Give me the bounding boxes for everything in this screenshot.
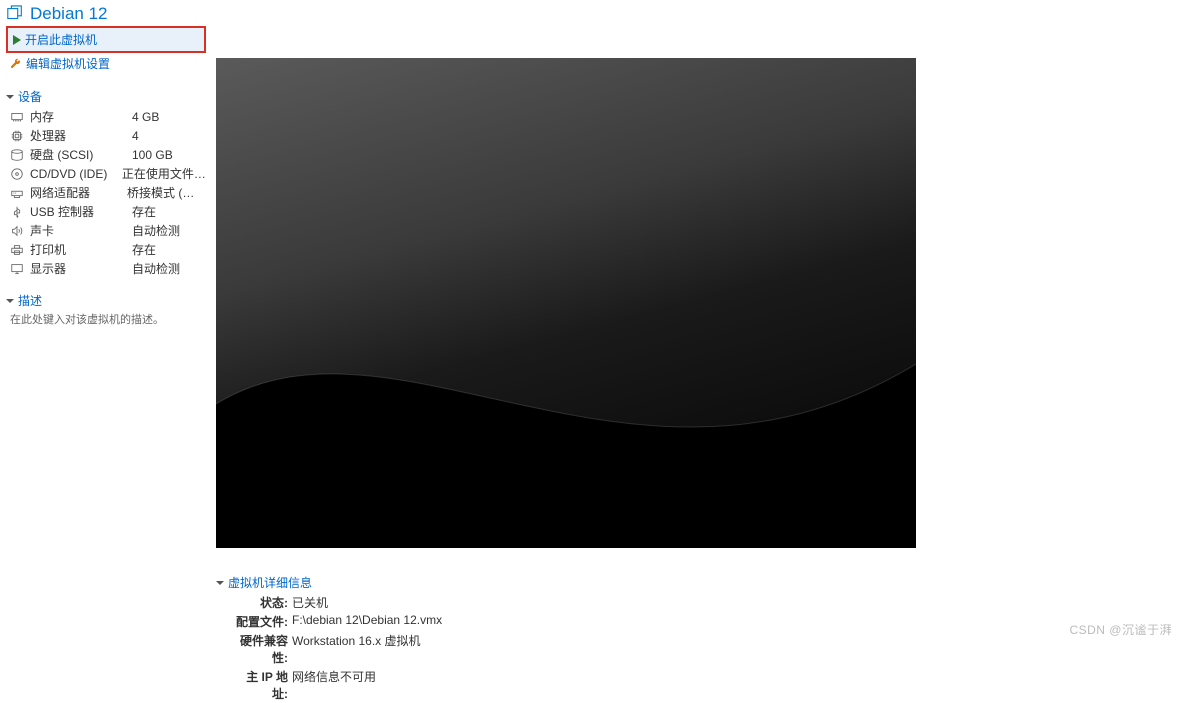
power-on-label: 开启此虚拟机 (25, 31, 97, 48)
vm-window-icon (6, 5, 24, 23)
wrench-icon (10, 58, 22, 70)
device-row[interactable]: 硬盘 (SCSI) 100 GB (6, 145, 206, 164)
device-row[interactable]: 声卡自动检测 (6, 221, 206, 240)
device-row[interactable]: 网络适配器桥接模式 (自动) (6, 183, 206, 202)
detail-value: 网络信息不可用 (292, 668, 376, 702)
device-row[interactable]: 内存 4 GB (6, 107, 206, 126)
detail-row: 配置文件:F:\debian 12\Debian 12.vmx (216, 612, 1178, 631)
device-label: 声卡 (30, 222, 126, 239)
sidebar: 开启此虚拟机 编辑虚拟机设置 设备 内存 4 GB 处理器 4 硬盘 (SCSI) 100… (6, 26, 206, 703)
device-value: 自动检测 (132, 260, 180, 277)
detail-label: 主 IP 地址: (234, 668, 288, 702)
details-section-title: 虚拟机详细信息 (228, 574, 312, 591)
display-icon (10, 262, 24, 276)
device-value: 自动检测 (132, 222, 180, 239)
device-label: 显示器 (30, 260, 126, 277)
details-section: 虚拟机详细信息 状态:已关机配置文件:F:\debian 12\Debian 1… (216, 572, 1178, 703)
watermark: CSDN @沉谧于湃 (1069, 621, 1172, 638)
device-row[interactable]: USB 控制器存在 (6, 202, 206, 221)
device-row[interactable]: CD/DVD (IDE) 正在使用文件 H... (6, 164, 206, 183)
device-label: 打印机 (30, 241, 126, 258)
device-value: 4 (132, 129, 139, 143)
detail-label: 硬件兼容性: (234, 632, 288, 666)
device-row[interactable]: 显示器自动检测 (6, 259, 206, 278)
edit-settings-button[interactable]: 编辑虚拟机设置 (6, 53, 206, 74)
description-section-header[interactable]: 描述 (6, 290, 206, 311)
detail-label: 配置文件: (234, 613, 288, 630)
device-label: 内存 (30, 108, 126, 125)
devices-section-header[interactable]: 设备 (6, 86, 206, 107)
header: Debian 12 (0, 0, 1184, 26)
device-label: CD/DVD (IDE) (30, 167, 116, 181)
play-icon (13, 35, 21, 45)
description-placeholder[interactable]: 在此处键入对该虚拟机的描述。 (6, 311, 206, 327)
cd-icon (10, 167, 24, 181)
detail-value: Workstation 16.x 虚拟机 (292, 632, 421, 666)
description-section: 描述 在此处键入对该虚拟机的描述。 (6, 290, 206, 327)
detail-row: 硬件兼容性:Workstation 16.x 虚拟机 (216, 631, 1178, 667)
disk-icon (10, 148, 24, 162)
detail-label: 状态: (234, 594, 288, 611)
usb-icon (10, 205, 24, 219)
device-label: 网络适配器 (30, 184, 121, 201)
device-value: 存在 (132, 241, 156, 258)
description-section-title: 描述 (18, 292, 42, 309)
devices-section-title: 设备 (18, 88, 42, 105)
chevron-down-icon (216, 581, 224, 585)
detail-value: F:\debian 12\Debian 12.vmx (292, 613, 442, 630)
vm-preview-screen[interactable] (216, 58, 916, 548)
content-area: 虚拟机详细信息 状态:已关机配置文件:F:\debian 12\Debian 1… (216, 26, 1178, 703)
power-on-highlight: 开启此虚拟机 (6, 26, 206, 53)
device-value: 4 GB (132, 110, 159, 124)
device-value: 100 GB (132, 148, 173, 162)
chevron-down-icon (6, 299, 14, 303)
cpu-icon (10, 129, 24, 143)
device-value: 桥接模式 (自动) (127, 184, 206, 201)
detail-value: 已关机 (292, 594, 328, 611)
vm-title: Debian 12 (30, 4, 108, 24)
network-icon (10, 186, 24, 200)
details-list: 状态:已关机配置文件:F:\debian 12\Debian 12.vmx硬件兼… (216, 593, 1178, 703)
sound-icon (10, 224, 24, 238)
detail-row: 主 IP 地址:网络信息不可用 (216, 667, 1178, 703)
devices-section: 设备 内存 4 GB 处理器 4 硬盘 (SCSI) 100 GB CD/DVD (IDE)… (6, 86, 206, 278)
details-section-header[interactable]: 虚拟机详细信息 (216, 572, 1178, 593)
chevron-down-icon (6, 95, 14, 99)
device-row[interactable]: 打印机存在 (6, 240, 206, 259)
device-value: 正在使用文件 H... (122, 165, 206, 182)
edit-settings-label: 编辑虚拟机设置 (26, 55, 110, 72)
device-label: USB 控制器 (30, 203, 126, 220)
detail-row: 状态:已关机 (216, 593, 1178, 612)
device-label: 硬盘 (SCSI) (30, 146, 126, 163)
device-value: 存在 (132, 203, 156, 220)
memory-icon (10, 110, 24, 124)
device-row[interactable]: 处理器 4 (6, 126, 206, 145)
devices-list: 内存 4 GB 处理器 4 硬盘 (SCSI) 100 GB CD/DVD (IDE) 正在使… (6, 107, 206, 278)
power-on-button[interactable]: 开启此虚拟机 (8, 29, 204, 50)
printer-icon (10, 243, 24, 257)
device-label: 处理器 (30, 127, 126, 144)
